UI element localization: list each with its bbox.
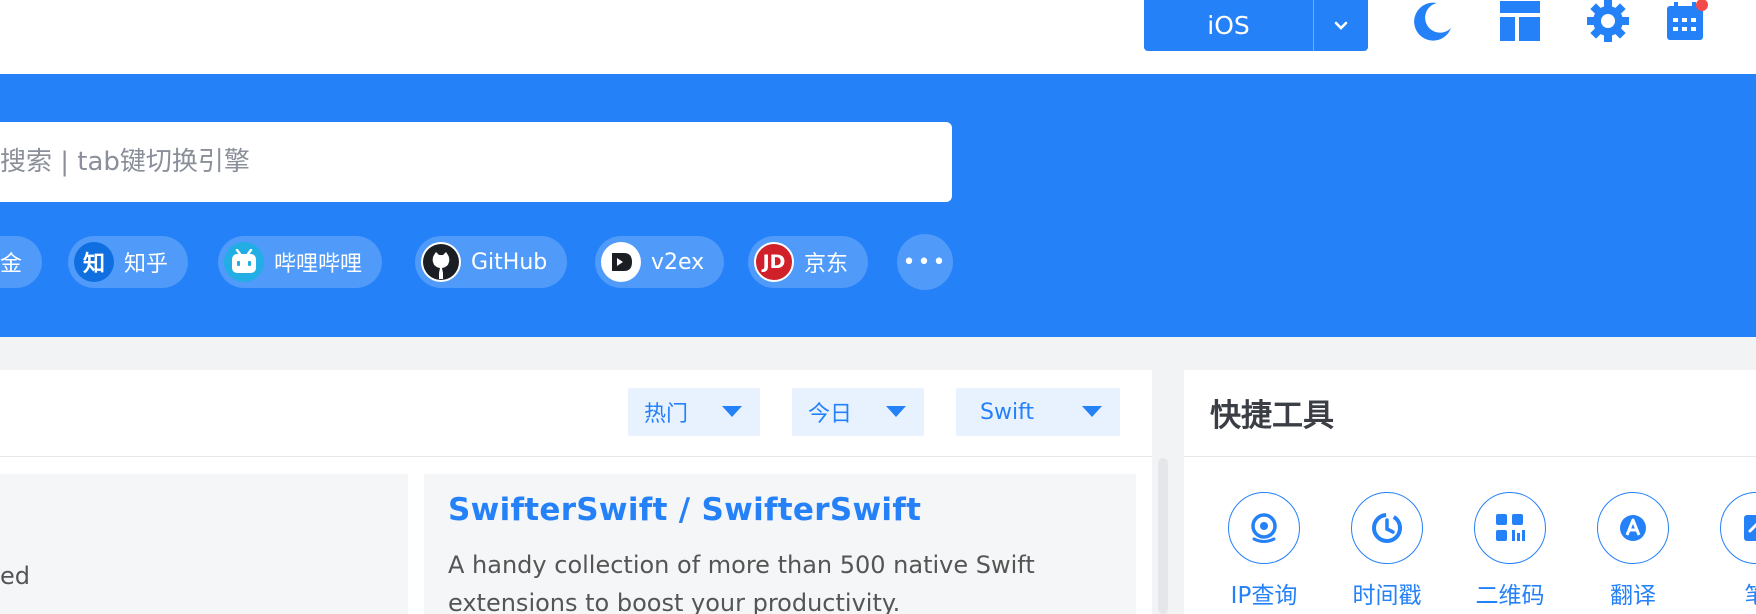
scrollbar[interactable]	[1158, 458, 1168, 614]
location-icon	[1228, 492, 1300, 564]
v2ex-icon	[601, 242, 641, 282]
zhihu-icon: 知	[74, 242, 114, 282]
quick-link-v2ex[interactable]: v2ex	[595, 236, 725, 288]
repo-card[interactable]: SwifterSwift / SwifterSwift A handy coll…	[424, 474, 1136, 614]
filter-period[interactable]: 今日	[792, 388, 924, 436]
platform-select[interactable]: iOS	[1144, 0, 1368, 51]
caret-down-icon	[1082, 406, 1102, 417]
quick-link-label: 知乎	[124, 252, 169, 277]
quick-links: 金 知 知乎 哔哩哔哩 GitHub v2ex JD 京东 •••	[0, 234, 1000, 290]
filter-label: Swift	[980, 399, 1035, 425]
quick-link-label: GitHub	[471, 249, 548, 275]
quick-link-juejin[interactable]: 金	[0, 236, 43, 288]
more-links-button[interactable]: •••	[897, 234, 953, 290]
gear-icon[interactable]	[1586, 0, 1630, 42]
search-input[interactable]	[0, 147, 952, 177]
filter-popular[interactable]: 热门	[628, 388, 760, 436]
tool-label: 笔	[1744, 583, 1756, 609]
tool-label: 时间戳	[1352, 583, 1422, 609]
caret-down-icon	[886, 406, 906, 417]
top-bar: iOS	[0, 0, 1756, 74]
tools-title: 快捷工具	[1210, 398, 1334, 434]
repo-card[interactable]: ed	[0, 474, 408, 614]
quick-link-label: v2ex	[651, 249, 705, 275]
quick-link-label: 京东	[804, 252, 849, 277]
chevron-down-icon[interactable]	[1314, 0, 1368, 51]
repo-description: A handy collection of more than 500 nati…	[448, 551, 1035, 614]
calendar-icon[interactable]	[1664, 0, 1708, 42]
repo-title-link[interactable]: SwifterSwift / SwifterSwift	[448, 492, 1112, 528]
hero-banner: 金 知 知乎 哔哩哔哩 GitH	[0, 74, 1756, 337]
tool-translate[interactable]: 翻译	[1578, 492, 1688, 614]
clock-icon	[1351, 492, 1423, 564]
moon-icon[interactable]	[1410, 0, 1454, 42]
tool-ip-lookup[interactable]: IP查询	[1209, 492, 1319, 614]
tool-qrcode[interactable]: 二维码	[1455, 492, 1565, 614]
tool-label: 翻译	[1610, 583, 1656, 609]
filter-label: 今日	[808, 402, 853, 427]
quick-link-zhihu[interactable]: 知 知乎	[68, 236, 189, 288]
tool-note[interactable]: 笔	[1701, 492, 1756, 614]
github-icon	[421, 242, 461, 282]
quick-link-label: 哔哩哔哩	[274, 252, 363, 277]
quick-link-jd[interactable]: JD 京东	[748, 236, 869, 288]
filter-label: 热门	[644, 402, 689, 427]
repo-description: ed	[0, 562, 30, 590]
note-icon	[1720, 492, 1756, 564]
tool-label: 二维码	[1475, 583, 1545, 609]
tool-timestamp[interactable]: 时间戳	[1332, 492, 1442, 614]
quick-link-label: 金	[0, 252, 23, 277]
panel-divider	[0, 456, 1152, 457]
qrcode-icon	[1474, 492, 1546, 564]
caret-down-icon	[722, 406, 742, 417]
quick-link-github[interactable]: GitHub	[415, 236, 568, 288]
tool-label: IP查询	[1230, 583, 1298, 609]
layout-icon[interactable]	[1498, 0, 1542, 42]
tools-divider	[1184, 456, 1756, 457]
jd-icon: JD	[754, 242, 794, 282]
search-box[interactable]	[0, 122, 952, 202]
bilibili-icon	[224, 242, 264, 282]
quick-link-bilibili[interactable]: 哔哩哔哩	[218, 236, 383, 288]
filter-language[interactable]: Swift	[956, 388, 1120, 436]
translate-icon	[1597, 492, 1669, 564]
platform-select-value: iOS	[1144, 0, 1314, 51]
